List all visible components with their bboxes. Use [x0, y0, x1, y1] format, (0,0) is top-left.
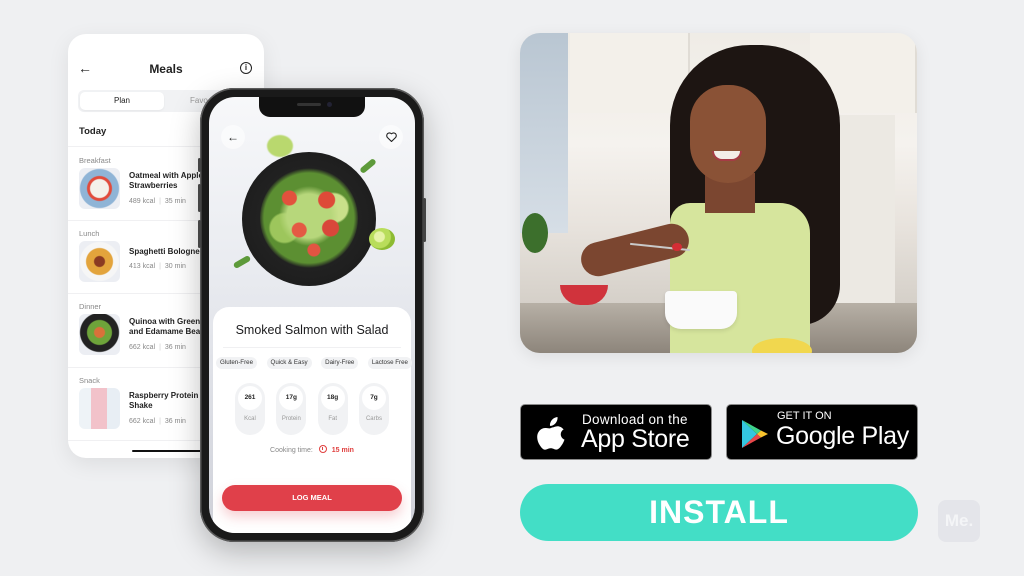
- macro-value: 261: [238, 386, 262, 410]
- front-camera: [327, 102, 332, 107]
- arugula-garnish: [359, 157, 377, 175]
- meal-time: 35 min: [164, 198, 186, 205]
- macro-label: Fat: [328, 416, 337, 422]
- arugula-garnish: [232, 254, 252, 270]
- meal-title: Smoked Salmon with Salad: [235, 323, 389, 337]
- macro-value: 7g: [361, 386, 386, 410]
- diet-tags: Gluten-Free Quick & Easy Dairy-Free Lact…: [216, 357, 412, 369]
- cooking-time-label: Cooking time:: [270, 447, 313, 454]
- meal-kcal: 489 kcal: [129, 198, 156, 205]
- photo-window: [520, 33, 568, 233]
- google-play-subtitle: GET IT ON: [777, 410, 832, 422]
- apple-logo-icon: [537, 417, 565, 450]
- photo-cabinet: [570, 33, 690, 113]
- diet-tag: Gluten-Free: [216, 357, 258, 369]
- meal-detail-screen: ← Smoked Salmon with Salad Gluten-Free Q…: [209, 97, 415, 533]
- back-button[interactable]: ←: [221, 125, 245, 149]
- photo-red-bowl: [560, 285, 608, 305]
- phone-side-button: [423, 198, 426, 242]
- lime-garnish: [369, 228, 395, 250]
- clock-icon: [318, 445, 327, 453]
- app-store-title: App Store: [581, 425, 690, 453]
- meal-section-label: Lunch: [79, 229, 100, 238]
- phone-side-button: [198, 158, 201, 172]
- meal-thumbnail: [79, 388, 120, 429]
- meal-meta: 662 kcal | 36 min: [129, 418, 186, 425]
- macro-protein: 17g Protein: [276, 383, 307, 435]
- speaker-grill: [297, 103, 321, 106]
- app-store-badge[interactable]: Download on the App Store: [520, 404, 712, 460]
- macro-value: 17g: [279, 386, 304, 410]
- macro-list: 261 Kcal 17g Protein 18g Fat 7g Carbs: [235, 383, 389, 435]
- favorite-button[interactable]: [379, 125, 403, 149]
- google-play-title: Google Play: [776, 422, 909, 450]
- diet-tag: Dairy-Free: [321, 357, 359, 369]
- meal-meta: 662 kcal | 36 min: [129, 344, 186, 351]
- arrow-left-icon: ←: [227, 130, 239, 144]
- meal-kcal: 662 kcal: [129, 418, 156, 425]
- macro-carbs: 7g Carbs: [358, 383, 389, 435]
- log-meal-button[interactable]: LOG MEAL: [222, 485, 402, 511]
- lettuce-garnish: [267, 135, 293, 157]
- photo-top: [670, 203, 810, 353]
- brand-logo: Me.: [938, 500, 980, 542]
- meal-time: 30 min: [164, 263, 186, 270]
- meal-info-card: Smoked Salmon with Salad Gluten-Free Qui…: [213, 307, 412, 533]
- tab-plan[interactable]: Plan: [80, 92, 164, 110]
- diet-tag: Quick & Easy: [266, 357, 312, 369]
- macro-kcal: 261 Kcal: [235, 383, 265, 435]
- google-play-logo-icon: [742, 420, 768, 448]
- meal-time: 36 min: [164, 418, 186, 425]
- meals-title: Meals: [149, 62, 183, 76]
- macro-label: Carbs: [365, 416, 382, 422]
- meals-header: ← Meals i: [68, 60, 264, 82]
- photo-plant: [522, 213, 548, 253]
- cooking-time: Cooking time: 15 min: [213, 445, 411, 454]
- photo-strawberry: [672, 243, 682, 251]
- macro-label: Protein: [281, 416, 301, 422]
- meal-thumbnail: [79, 168, 120, 209]
- install-button[interactable]: INSTALL: [520, 484, 918, 541]
- salad-dish-image: [242, 152, 376, 286]
- meal-meta: 489 kcal | 35 min: [129, 198, 186, 205]
- salad-contents: [260, 168, 358, 268]
- meal-time: 36 min: [164, 344, 186, 351]
- divider: [223, 347, 401, 348]
- meal-section-label: Dinner: [79, 302, 102, 311]
- day-heading: Today: [79, 126, 107, 137]
- photo-face: [690, 85, 766, 183]
- macro-label: Kcal: [244, 416, 256, 422]
- info-icon[interactable]: i: [240, 62, 252, 74]
- meal-thumbnail: [79, 314, 120, 355]
- meal-thumbnail: [79, 241, 120, 282]
- woman-eating-salad-photo: [520, 33, 917, 353]
- phone-frame: ← Smoked Salmon with Salad Gluten-Free Q…: [198, 88, 426, 542]
- heart-icon: [385, 132, 397, 143]
- meal-section-label: Snack: [79, 376, 100, 385]
- phone-side-button: [198, 184, 201, 212]
- home-indicator: [132, 450, 202, 452]
- macro-fat: 18g Fat: [317, 383, 348, 435]
- phone-notch: [259, 97, 365, 117]
- meal-kcal: 662 kcal: [129, 344, 156, 351]
- meal-section-label: Breakfast: [79, 156, 111, 165]
- meal-kcal: 413 kcal: [129, 263, 156, 270]
- meal-meta: 413 kcal | 30 min: [129, 263, 186, 270]
- diet-tag: Lactose Free: [367, 357, 412, 369]
- phone-side-button: [198, 220, 201, 248]
- google-play-badge[interactable]: GET IT ON Google Play: [726, 404, 918, 460]
- photo-bowl: [665, 291, 737, 329]
- macro-value: 18g: [320, 386, 345, 410]
- cooking-time-value: 15 min: [331, 447, 354, 454]
